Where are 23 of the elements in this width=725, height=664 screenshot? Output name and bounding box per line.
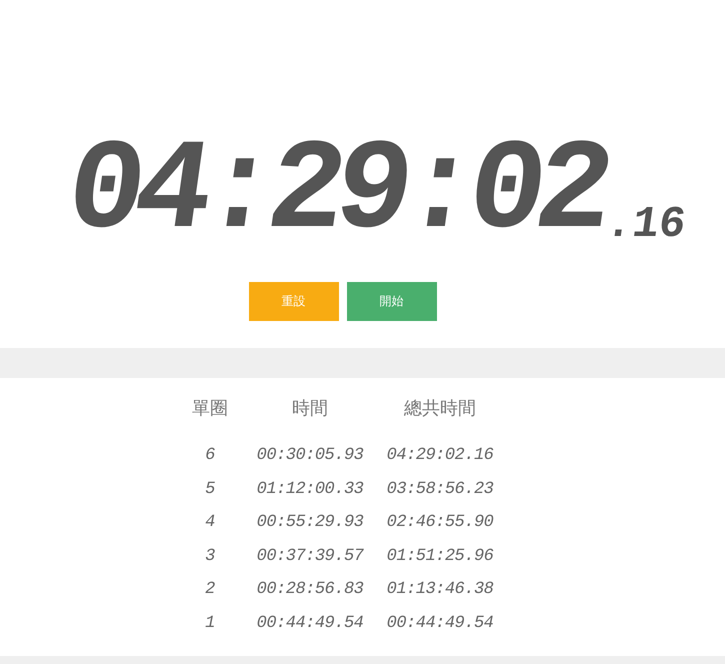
reset-button[interactable]: 重設 [248,282,338,321]
lap-number: 5 [204,478,216,500]
lap-number: 4 [204,512,216,534]
total-time: 01:51:25.96 [386,546,494,568]
lap-number: 3 [204,546,216,568]
lap-time: 00:44:49.54 [256,612,364,634]
total-time: 04:29:02.16 [386,445,494,467]
lap-time: 00:37:39.57 [256,546,365,568]
lap-number: 2 [204,579,216,601]
lap-number: 1 [204,612,216,634]
column-header: 時間 [291,397,329,421]
total-time: 02:46:55.90 [386,512,494,534]
total-time: 03:58:56.23 [386,478,494,500]
lap-time: 00:28:56.83 [256,579,364,601]
start-button[interactable]: 開始 [346,282,436,321]
total-time: 01:13:46.38 [386,579,494,601]
lap-time: 00:55:29.93 [256,512,364,534]
lap-time: 01:12:00.33 [256,478,364,500]
total-time: 00:44:49.54 [386,612,494,634]
column-header: 總共時間 [403,397,477,421]
column-header: 單圈 [191,397,229,421]
lap-time: 00:30:05.93 [256,445,364,467]
lap-number: 6 [204,445,216,467]
